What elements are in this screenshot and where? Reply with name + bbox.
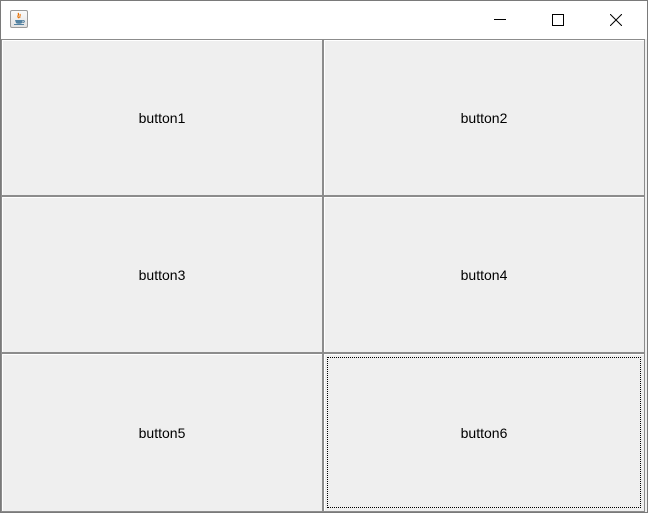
- app-window: button1 button2 button3 button4 button5 …: [0, 0, 648, 513]
- button-5-label: button5: [138, 424, 186, 441]
- button-5[interactable]: button5: [1, 353, 323, 512]
- maximize-button[interactable]: [535, 1, 581, 39]
- close-button[interactable]: [593, 1, 639, 39]
- button-3-label: button3: [138, 266, 186, 283]
- title-bar[interactable]: [1, 1, 647, 39]
- button-3[interactable]: button3: [1, 196, 323, 353]
- button-1-label: button1: [138, 109, 186, 126]
- button-1[interactable]: button1: [1, 39, 323, 196]
- java-coffee-cup-icon[interactable]: [10, 10, 28, 28]
- minimize-button[interactable]: [477, 1, 523, 39]
- focus-ring: [327, 357, 641, 508]
- close-icon: [610, 14, 622, 26]
- maximize-icon: [552, 14, 564, 26]
- button-4-label: button4: [460, 266, 508, 283]
- button-2-label: button2: [460, 109, 508, 126]
- button-6[interactable]: button6: [323, 353, 645, 512]
- button-grid: button1 button2 button3 button4 button5 …: [1, 39, 647, 512]
- button-4[interactable]: button4: [323, 196, 645, 353]
- minimize-icon: [494, 19, 506, 20]
- button-2[interactable]: button2: [323, 39, 645, 196]
